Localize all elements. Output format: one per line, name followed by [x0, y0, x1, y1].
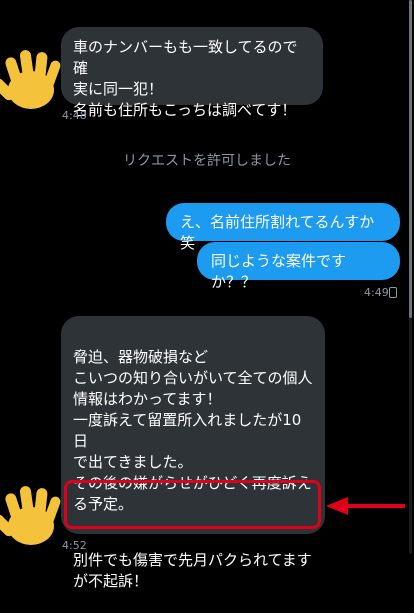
message-timestamp: 4:49 [364, 286, 389, 299]
red-arrow-icon [326, 496, 406, 520]
highlighted-message-text: 別件でも傷害で先月パクられてます が不起訴！ [73, 551, 312, 590]
waving-hand-icon [0, 480, 66, 552]
incoming-message: 車のナンバーもも一致してるので確 実に同一犯！ 名前も住所もこっちは調べてす！ [61, 27, 323, 119]
message-timestamp: 4:52 [62, 539, 87, 552]
read-status-icon [389, 287, 397, 298]
waving-hand-icon [0, 44, 66, 116]
outgoing-message: 同じような案件ですか？？ [197, 242, 400, 291]
system-notice: リクエストを許可しました [123, 153, 291, 169]
outgoing-message: え、名前住所割れてるんすか笑 [166, 203, 400, 252]
highlight-box [64, 480, 321, 529]
message-timestamp: 4:48 [62, 109, 87, 122]
